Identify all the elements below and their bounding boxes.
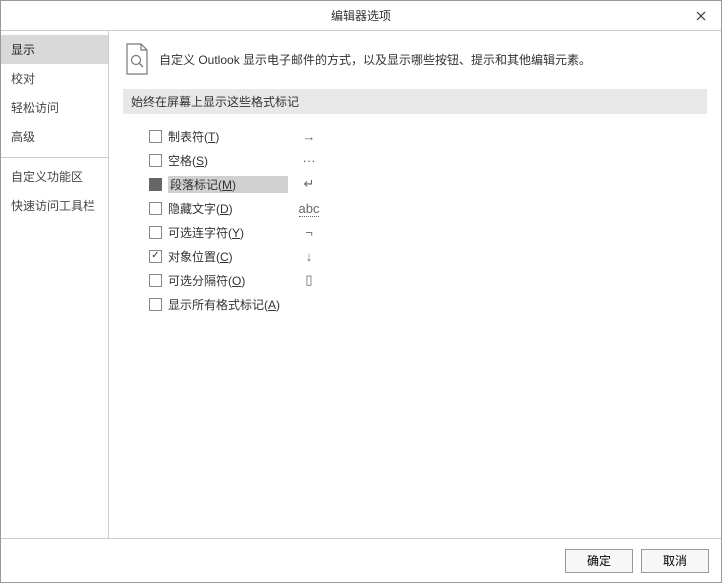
option-row: 段落标记(M) ↵	[149, 172, 707, 196]
sidebar-item2-1[interactable]: 快速访问工具栏	[1, 191, 108, 220]
page-header: 自定义 Outlook 显示电子邮件的方式，以及显示哪些按钮、提示和其他编辑元素…	[123, 43, 707, 75]
document-search-icon	[123, 43, 151, 75]
option-checkbox[interactable]	[149, 274, 162, 287]
option-row: 对象位置(C) ↓	[149, 244, 707, 268]
option-label: 制表符(T)	[168, 128, 288, 145]
dialog-footer: 确定 取消	[1, 538, 721, 582]
option-label: 空格(S)	[168, 152, 288, 169]
option-row: 可选连字符(Y) ¬	[149, 220, 707, 244]
sidebar-item-0[interactable]: 显示	[1, 35, 108, 64]
sidebar-item2-0[interactable]: 自定义功能区	[1, 162, 108, 191]
option-symbol: ···	[294, 153, 324, 168]
option-row: 可选分隔符(O) ▯	[149, 268, 707, 292]
option-checkbox[interactable]	[149, 178, 162, 191]
close-icon	[696, 11, 706, 21]
options-list: 制表符(T) → 空格(S) ··· 段落标记(M) ↵ 隐藏文字(D) abc 可选连字符(Y…	[123, 122, 707, 316]
option-checkbox[interactable]	[149, 130, 162, 143]
sidebar-separator	[1, 157, 108, 158]
option-symbol: ▯	[294, 272, 324, 288]
dialog-window: 编辑器选项 显示校对轻松访问高级自定义功能区快速访问工具栏 自定义 Outloo…	[0, 0, 722, 583]
page-description: 自定义 Outlook 显示电子邮件的方式，以及显示哪些按钮、提示和其他编辑元素…	[159, 51, 591, 68]
option-label: 段落标记(M)	[168, 176, 288, 193]
option-row: 空格(S) ···	[149, 148, 707, 172]
option-label: 对象位置(C)	[168, 248, 288, 265]
option-checkbox[interactable]	[149, 202, 162, 215]
option-symbol: abc	[294, 201, 324, 216]
option-row: 隐藏文字(D) abc	[149, 196, 707, 220]
dialog-title: 编辑器选项	[331, 7, 391, 24]
option-label: 可选连字符(Y)	[168, 224, 288, 241]
close-button[interactable]	[681, 1, 721, 30]
dialog-body: 显示校对轻松访问高级自定义功能区快速访问工具栏 自定义 Outlook 显示电子…	[1, 31, 721, 538]
option-checkbox[interactable]	[149, 226, 162, 239]
cancel-button[interactable]: 取消	[641, 549, 709, 573]
titlebar: 编辑器选项	[1, 1, 721, 31]
option-checkbox[interactable]	[149, 154, 162, 167]
sidebar-item-3[interactable]: 高级	[1, 122, 108, 151]
option-label: 显示所有格式标记(A)	[168, 296, 288, 313]
ok-button[interactable]: 确定	[565, 549, 633, 573]
option-symbol: ¬	[294, 225, 324, 240]
option-row: 显示所有格式标记(A)	[149, 292, 707, 316]
section-title: 始终在屏幕上显示这些格式标记	[123, 89, 707, 114]
option-row: 制表符(T) →	[149, 124, 707, 148]
option-checkbox[interactable]	[149, 298, 162, 311]
option-label: 隐藏文字(D)	[168, 200, 288, 217]
sidebar-item-1[interactable]: 校对	[1, 64, 108, 93]
sidebar-item-2[interactable]: 轻松访问	[1, 93, 108, 122]
option-checkbox[interactable]	[149, 250, 162, 263]
option-symbol: →	[294, 129, 324, 144]
option-label: 可选分隔符(O)	[168, 272, 288, 289]
main-panel: 自定义 Outlook 显示电子邮件的方式，以及显示哪些按钮、提示和其他编辑元素…	[109, 31, 721, 538]
option-symbol: ↵	[294, 176, 324, 192]
sidebar: 显示校对轻松访问高级自定义功能区快速访问工具栏	[1, 31, 109, 538]
option-symbol: ↓	[294, 249, 324, 264]
